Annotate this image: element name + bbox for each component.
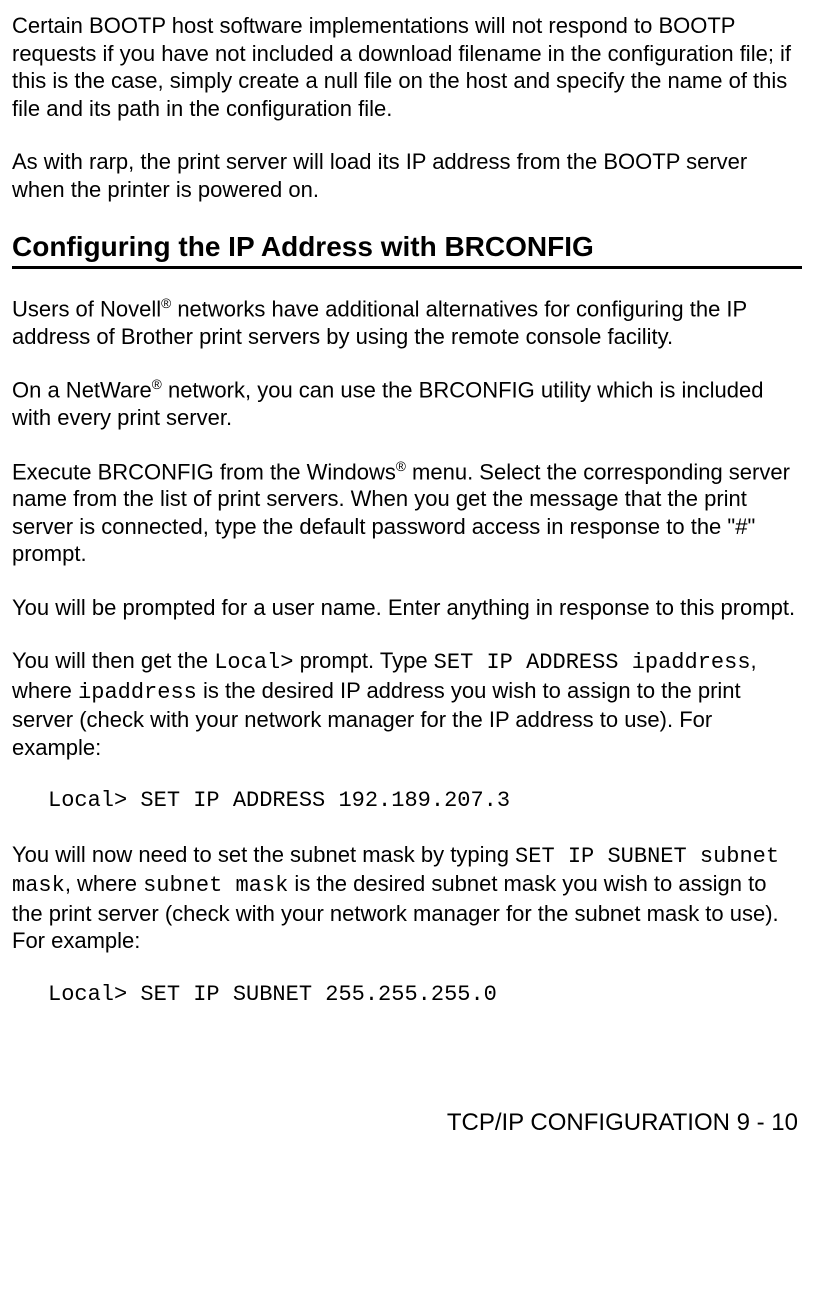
paragraph-bootp-2: As with rarp, the print server will load… [12,148,802,203]
paragraph-bootp-1: Certain BOOTP host software implementati… [12,12,802,122]
code-inline: subnet mask [143,873,288,898]
text-segment: , where [65,871,143,896]
paragraph-brconfig-execute: Execute BRCONFIG from the Windows® menu.… [12,458,802,568]
text-segment: Execute BRCONFIG from the Windows [12,459,396,484]
text-segment: On a NetWare [12,378,152,403]
paragraph-set-ip: You will then get the Local> prompt. Typ… [12,647,802,761]
section-heading: Configuring the IP Address with BRCONFIG [12,229,802,264]
paragraph-netware: On a NetWare® network, you can use the B… [12,376,802,431]
text-segment: prompt. Type [293,648,433,673]
text-segment: You will now need to set the subnet mask… [12,842,515,867]
registered-symbol: ® [396,459,406,474]
code-inline: SET IP ADDRESS ipaddress [434,650,751,675]
text-segment: Users of Novell [12,296,161,321]
code-inline: Local> [214,650,293,675]
code-example-subnet: Local> SET IP SUBNET 255.255.255.0 [12,981,802,1009]
text-segment: You will then get the [12,648,214,673]
code-inline: ipaddress [78,680,197,705]
heading-rule [12,266,802,269]
registered-symbol: ® [161,296,171,311]
page-footer: TCP/IP CONFIGURATION 9 - 10 [12,1108,802,1138]
code-example-ip: Local> SET IP ADDRESS 192.189.207.3 [12,787,802,815]
paragraph-set-subnet: You will now need to set the subnet mask… [12,841,802,955]
paragraph-username: You will be prompted for a user name. En… [12,594,802,622]
registered-symbol: ® [152,377,162,392]
paragraph-novell: Users of Novell® networks have additiona… [12,295,802,350]
